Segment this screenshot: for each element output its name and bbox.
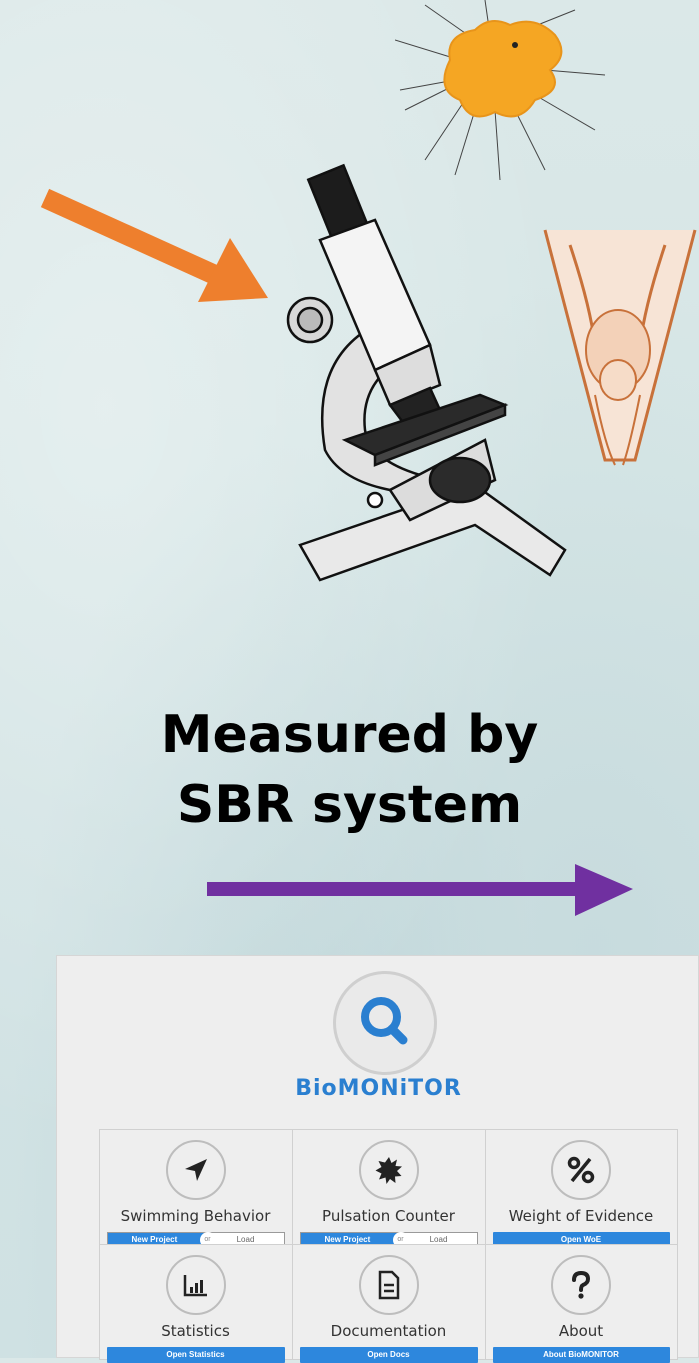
- percent-icon: [551, 1139, 611, 1200]
- purple-arrow: [207, 864, 633, 916]
- orange-arrow: [40, 188, 268, 302]
- card-statistics: Statistics Open Statistics: [98, 1243, 293, 1363]
- about-biomonitor-button[interactable]: About BioMONITOR: [492, 1346, 670, 1363]
- card-title: Documentation: [330, 1321, 447, 1340]
- navigation-arrow-icon: [165, 1139, 226, 1200]
- card-title: About: [558, 1321, 604, 1340]
- document-icon: [358, 1254, 419, 1315]
- question-icon: [551, 1254, 611, 1315]
- card-title: Weight of Evidence: [508, 1206, 654, 1225]
- card-swimming-behavior: Swimming Behavior New Project or Load: [98, 1128, 293, 1248]
- card-pulsation-counter: Pulsation Counter New Project or Load: [291, 1128, 486, 1248]
- card-title: Statistics: [161, 1321, 230, 1340]
- open-docs-button[interactable]: Open Docs: [299, 1346, 478, 1363]
- caption-text: Measured by SBR system: [0, 700, 699, 840]
- card-weight-of-evidence: Weight of Evidence Open WoE: [484, 1128, 678, 1248]
- brand-name: BioMONiTOR: [295, 1076, 462, 1101]
- microscope-illustration: [286, 163, 567, 582]
- bar-chart-icon: [165, 1254, 226, 1315]
- caption-line-2: SBR system: [176, 775, 523, 835]
- search-icon: [361, 997, 408, 1045]
- starburst-icon: [358, 1139, 419, 1200]
- open-statistics-button[interactable]: Open Statistics: [106, 1346, 285, 1363]
- logo-badge: [333, 971, 437, 1075]
- card-about: About About BioMONITOR: [484, 1243, 678, 1363]
- card-documentation: Documentation Open Docs: [291, 1243, 486, 1363]
- card-title: Swimming Behavior: [120, 1206, 271, 1225]
- module-grid: Swimming Behavior New Project or Load Pu…: [98, 1128, 678, 1363]
- caption-line-1: Measured by: [160, 705, 539, 765]
- biomonitor-app-panel: BioMONiTOR Swimming Behavior New Project…: [56, 955, 699, 1363]
- card-title: Pulsation Counter: [322, 1206, 455, 1225]
